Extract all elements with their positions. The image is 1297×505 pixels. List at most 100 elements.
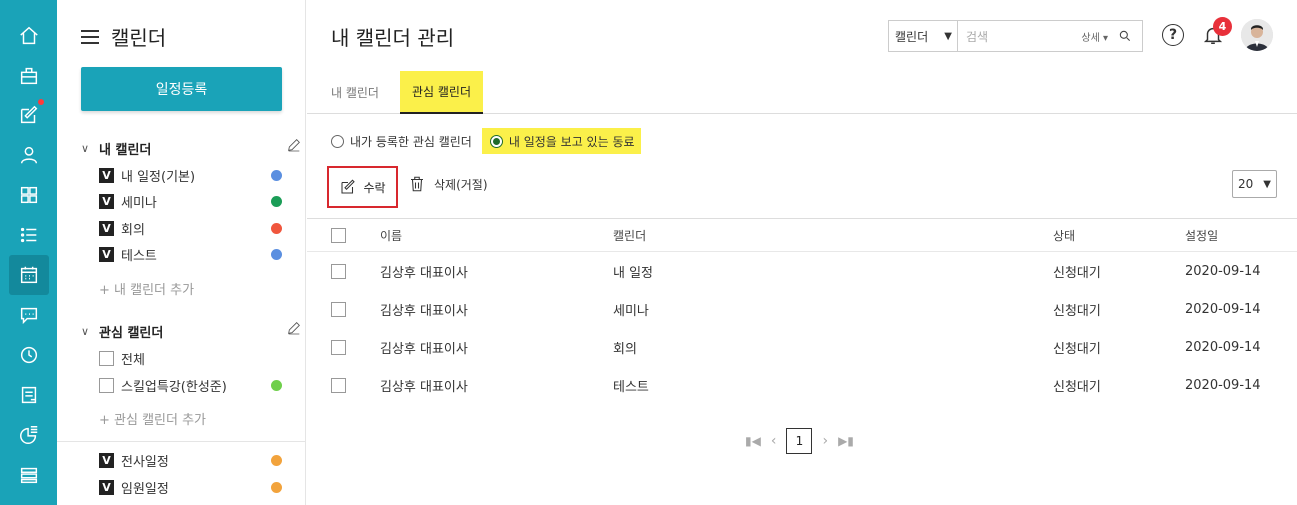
row-status: 신청대기 (1053, 265, 1101, 281)
calendar-sidebar: 캘린더 일정등록 ∨ 내 캘린더 V 내 일정(기본) V 세미나 V 회의 V 테스트 + … (57, 0, 306, 505)
document-icon[interactable] (9, 375, 49, 415)
trash-icon (411, 176, 423, 192)
calendar-name: 세미나 (121, 196, 157, 211)
pencil-icon[interactable] (286, 320, 302, 340)
tab-bar: 내 캘린더 관심 캘린더 (307, 71, 1297, 114)
calendar-color-dot[interactable] (271, 196, 282, 207)
checkbox-checked[interactable]: V (99, 167, 114, 183)
calendar-color-dot[interactable] (271, 169, 282, 181)
delete-label: 삭제(거절) (434, 177, 488, 192)
calendar-color-dot[interactable] (271, 249, 282, 260)
row-calendar: 회의 (613, 341, 637, 357)
row-name: 김상후 대표이사 (380, 303, 468, 319)
select-all-checkbox[interactable] (331, 227, 346, 243)
next-page-icon[interactable]: › (822, 433, 828, 449)
person-icon[interactable] (9, 135, 49, 175)
row-checkbox[interactable] (331, 377, 346, 393)
last-page-icon[interactable]: ▶▮ (838, 434, 854, 448)
tab-my-calendar[interactable]: 내 캘린더 (331, 71, 379, 113)
checkbox-checked[interactable]: V (99, 247, 114, 262)
my-calendar-section-header[interactable]: ∨ 내 캘린더 (81, 139, 300, 158)
my-calendar-section-label: 내 캘린더 (99, 143, 152, 158)
accept-button[interactable]: 수락 (327, 166, 398, 208)
chevron-down-icon: ∨ (81, 142, 90, 155)
add-my-calendar-link[interactable]: + 내 캘린더 추가 (99, 279, 194, 298)
search-icon[interactable] (1118, 26, 1142, 47)
chevron-down-icon: ▼ (1263, 178, 1271, 190)
checkbox[interactable] (99, 350, 114, 366)
add-interest-calendar-link[interactable]: + 관심 캘린더 추가 (99, 409, 206, 428)
pagination: ▮◀ ‹ 1 › ▶▮ (745, 428, 854, 454)
table-row[interactable]: 김상후 대표이사 회의 신청대기 2020-09-14 (307, 328, 1297, 366)
filter-watching-colleagues[interactable]: 내 일정을 보고 있는 동료 (481, 128, 641, 154)
calendar-color-dot[interactable] (271, 222, 282, 234)
calendar-list-item[interactable]: V 회의 (99, 219, 282, 238)
prev-page-icon[interactable]: ‹ (771, 433, 777, 449)
filter-registered-interest[interactable]: 내가 등록한 관심 캘린더 (331, 128, 478, 154)
row-status: 신청대기 (1053, 341, 1101, 357)
calendar-name: 내 일정(기본) (121, 169, 196, 185)
row-checkbox[interactable] (331, 339, 346, 355)
radio-button-selected[interactable] (489, 134, 503, 148)
column-header-name: 이름 (380, 228, 403, 243)
calendar-list-item[interactable]: V 세미나 (99, 193, 282, 211)
clock-icon[interactable] (9, 335, 49, 375)
calendar-list-item[interactable]: 전체 (99, 349, 282, 368)
tab-interest-calendar[interactable]: 관심 캘린더 (400, 71, 484, 114)
avatar[interactable] (1241, 19, 1273, 51)
calendar-color-dot[interactable] (271, 379, 282, 391)
checkbox-checked[interactable]: V (99, 194, 114, 209)
calendar-name: 전사일정 (121, 454, 169, 470)
row-date: 2020-09-14 (1185, 301, 1261, 317)
list-icon[interactable] (9, 215, 49, 255)
calendar-list-item[interactable]: V 테스트 (99, 246, 282, 264)
table-row[interactable]: 김상후 대표이사 테스트 신청대기 2020-09-14 (307, 366, 1297, 404)
radio-button[interactable] (331, 134, 344, 148)
column-header-status: 상태 (1053, 228, 1076, 243)
checkbox-checked[interactable]: V (99, 479, 114, 495)
checkbox[interactable] (99, 377, 114, 393)
first-page-icon[interactable]: ▮◀ (745, 434, 761, 448)
table-row[interactable]: 김상후 대표이사 세미나 신청대기 2020-09-14 (307, 290, 1297, 328)
chat-icon[interactable] (9, 295, 49, 335)
delete-reject-button[interactable]: 삭제(거절) (408, 175, 488, 193)
calendar-list-item[interactable]: V 임원일정 (99, 478, 282, 497)
calendar-icon[interactable] (9, 255, 49, 295)
table-row[interactable]: 김상후 대표이사 내 일정 신청대기 2020-09-14 (307, 252, 1297, 290)
menu-icon[interactable] (81, 29, 99, 44)
calendar-color-dot[interactable] (271, 481, 282, 493)
grid-icon[interactable] (9, 175, 49, 215)
row-checkbox[interactable] (331, 263, 346, 279)
filter-radio-group: 내가 등록한 관심 캘린더 내 일정을 보고 있는 동료 (331, 128, 641, 154)
sidebar-title: 캘린더 (111, 26, 167, 50)
search-input[interactable]: 검색 (958, 28, 1081, 45)
app-nav-rail (0, 0, 57, 505)
column-header-date: 설정일 (1185, 228, 1219, 243)
register-event-button[interactable]: 일정등록 (81, 67, 282, 111)
calendar-color-dot[interactable] (271, 454, 282, 466)
notification-badge: 4 (1213, 17, 1232, 36)
calendar-list-item[interactable]: V 전사일정 (99, 451, 282, 470)
calendar-list-item[interactable]: V 내 일정(기본) (99, 166, 282, 185)
pencil-icon[interactable] (286, 137, 302, 157)
stack-icon[interactable] (9, 455, 49, 495)
checkbox-checked[interactable]: V (99, 452, 114, 468)
help-icon[interactable]: ? (1162, 24, 1184, 46)
chart-icon[interactable] (9, 415, 49, 455)
search-bar: 캘린더 ▼ 검색 상세 ▾ (888, 20, 1143, 52)
row-checkbox[interactable] (331, 301, 346, 317)
row-date: 2020-09-14 (1185, 263, 1261, 279)
search-scope-value: 캘린더 (895, 29, 929, 44)
checkbox-checked[interactable]: V (99, 220, 114, 236)
calendar-list-item[interactable]: 스킬업특강(한성준) (99, 376, 282, 395)
search-detail-toggle[interactable]: 상세 ▾ (1081, 29, 1108, 44)
row-status: 신청대기 (1053, 379, 1101, 395)
current-page[interactable]: 1 (786, 428, 813, 454)
interest-calendar-section-header[interactable]: ∨ 관심 캘린더 (81, 322, 300, 341)
chevron-down-icon: ∨ (81, 325, 90, 338)
row-name: 김상후 대표이사 (380, 265, 468, 281)
page-size-select[interactable]: 20 ▼ (1232, 170, 1277, 198)
home-icon[interactable] (9, 16, 49, 56)
search-scope-select[interactable]: 캘린더 ▼ (889, 21, 958, 51)
briefcase-icon[interactable] (9, 56, 49, 96)
